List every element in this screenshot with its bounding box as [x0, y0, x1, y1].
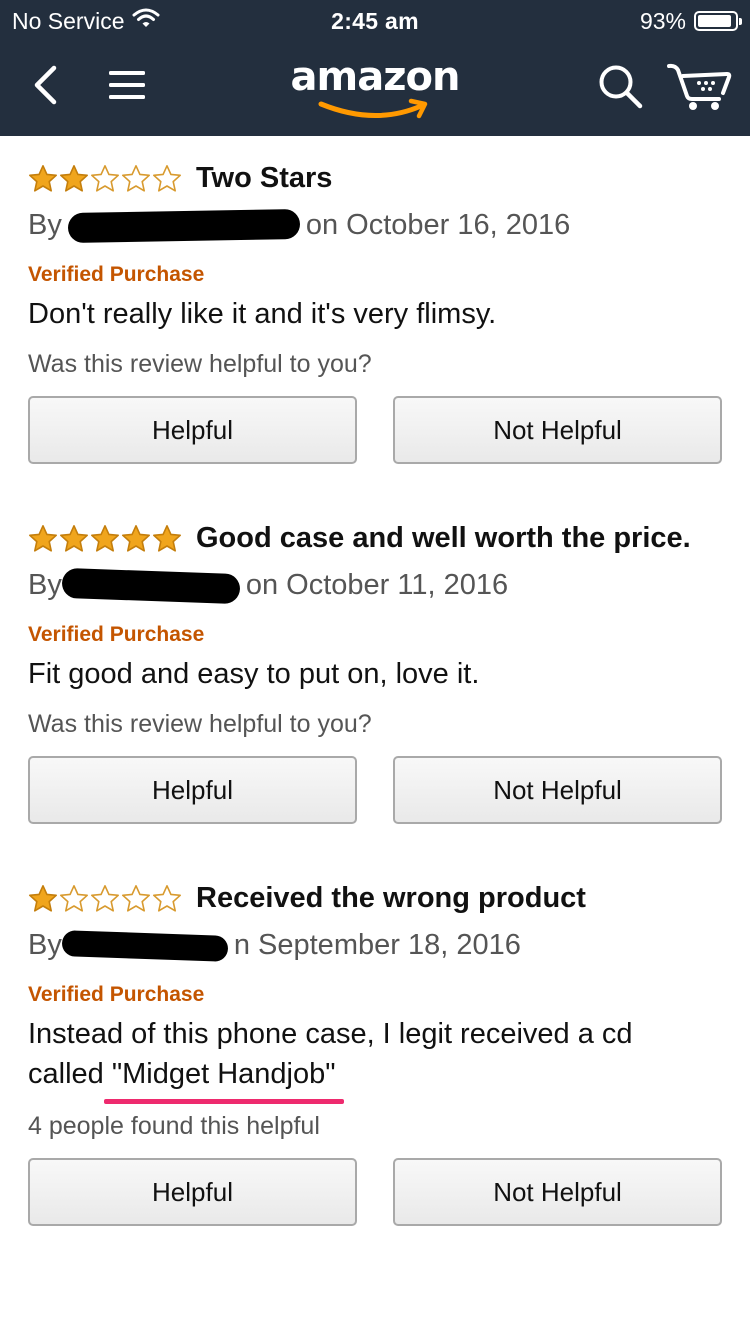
battery-percent: 93% — [639, 8, 686, 34]
review-byline: By on October 16, 2016 — [28, 200, 722, 250]
nav-bar: amazon — [0, 42, 750, 136]
helpful-button[interactable]: Helpful — [28, 756, 357, 824]
helpful-button[interactable]: Helpful — [28, 396, 357, 464]
review-date: on October 11, 2016 — [245, 569, 509, 601]
review-text: Don't really like it and it's very flims… — [28, 298, 497, 330]
star-empty-icon — [153, 884, 181, 912]
review-text: Instead of this phone case, I legit rece… — [28, 1014, 722, 1104]
star-filled-icon — [91, 524, 119, 552]
star-filled-icon — [29, 164, 57, 192]
review-card: Two Stars By on October 16, 2016 Verified… — [28, 156, 722, 464]
star-filled-icon — [122, 524, 150, 552]
vote-buttons: Helpful Not Helpful — [28, 1158, 722, 1226]
status-time: 2:45 am — [331, 8, 419, 34]
star-empty-icon — [91, 884, 119, 912]
star-empty-icon — [122, 884, 150, 912]
back-chevron-icon[interactable] — [20, 60, 70, 110]
review-text-fragment: called — [28, 1058, 112, 1090]
helpful-button[interactable]: Helpful — [28, 1158, 357, 1226]
app-header: No Service 2:45 am 93% amazon — [0, 0, 750, 136]
by-label: By — [28, 569, 62, 601]
menu-icon[interactable] — [102, 60, 152, 110]
star-rating — [28, 884, 182, 913]
status-right: 93% — [639, 0, 742, 42]
verified-purchase-badge: Verified Purchase — [28, 623, 205, 646]
star-rating — [28, 524, 182, 553]
review-card: Good case and well worth the price. By on… — [28, 516, 722, 824]
helpful-prompt: Was this review helpful to you? — [28, 350, 372, 378]
vote-buttons: Helpful Not Helpful — [28, 756, 722, 824]
redacted-reviewer-name — [67, 209, 301, 244]
review-text: Fit good and easy to put on, love it. — [28, 658, 480, 690]
not-helpful-button[interactable]: Not Helpful — [393, 396, 722, 464]
not-helpful-button[interactable]: Not Helpful — [393, 1158, 722, 1226]
star-filled-icon — [60, 164, 88, 192]
not-helpful-button[interactable]: Not Helpful — [393, 756, 722, 824]
search-icon[interactable] — [592, 58, 648, 114]
review-text-line: Instead of this phone case, I legit rece… — [28, 1018, 633, 1050]
star-empty-icon — [153, 164, 181, 192]
cart-icon[interactable] — [664, 56, 736, 116]
helpful-prompt: Was this review helpful to you? — [28, 710, 372, 738]
review-title[interactable]: Received the wrong product — [196, 882, 586, 915]
star-empty-icon — [60, 884, 88, 912]
by-label: By — [28, 209, 62, 241]
status-bar: No Service 2:45 am 93% — [0, 0, 750, 42]
review-title[interactable]: Two Stars — [196, 162, 332, 195]
review-title-row: Good case and well worth the price. — [28, 516, 722, 560]
review-byline: By on October 11, 2016 — [28, 560, 722, 610]
review-date: on October 16, 2016 — [305, 209, 571, 241]
vote-buttons: Helpful Not Helpful — [28, 396, 722, 464]
redacted-reviewer-name — [61, 930, 229, 963]
review-title-row: Two Stars — [28, 156, 722, 200]
verified-purchase-badge: Verified Purchase — [28, 983, 205, 1006]
star-empty-icon — [122, 164, 150, 192]
logo-text: amazon — [290, 54, 461, 100]
star-empty-icon — [91, 164, 119, 192]
review-card: Received the wrong product By n September… — [28, 876, 722, 1226]
star-filled-icon — [29, 524, 57, 552]
review-title-row: Received the wrong product — [28, 876, 722, 920]
star-filled-icon — [60, 524, 88, 552]
star-filled-icon — [29, 884, 57, 912]
review-date: n September 18, 2016 — [233, 929, 521, 961]
review-text-line: called "Midget Handjob" — [28, 1054, 722, 1104]
battery-icon — [694, 11, 742, 31]
star-filled-icon — [153, 524, 181, 552]
helpful-count: 4 people found this helpful — [28, 1112, 320, 1140]
star-rating — [28, 164, 182, 193]
by-label: By — [28, 929, 62, 961]
review-title[interactable]: Good case and well worth the price. — [196, 522, 691, 555]
logo-smile-icon — [318, 98, 428, 119]
redacted-reviewer-name — [61, 568, 241, 605]
review-byline: By n September 18, 2016 — [28, 920, 722, 970]
verified-purchase-badge: Verified Purchase — [28, 263, 205, 286]
battery-fill — [698, 15, 732, 27]
underlined-quote: "Midget Handjob" — [103, 1054, 344, 1104]
amazon-logo[interactable]: amazon — [275, 52, 475, 122]
